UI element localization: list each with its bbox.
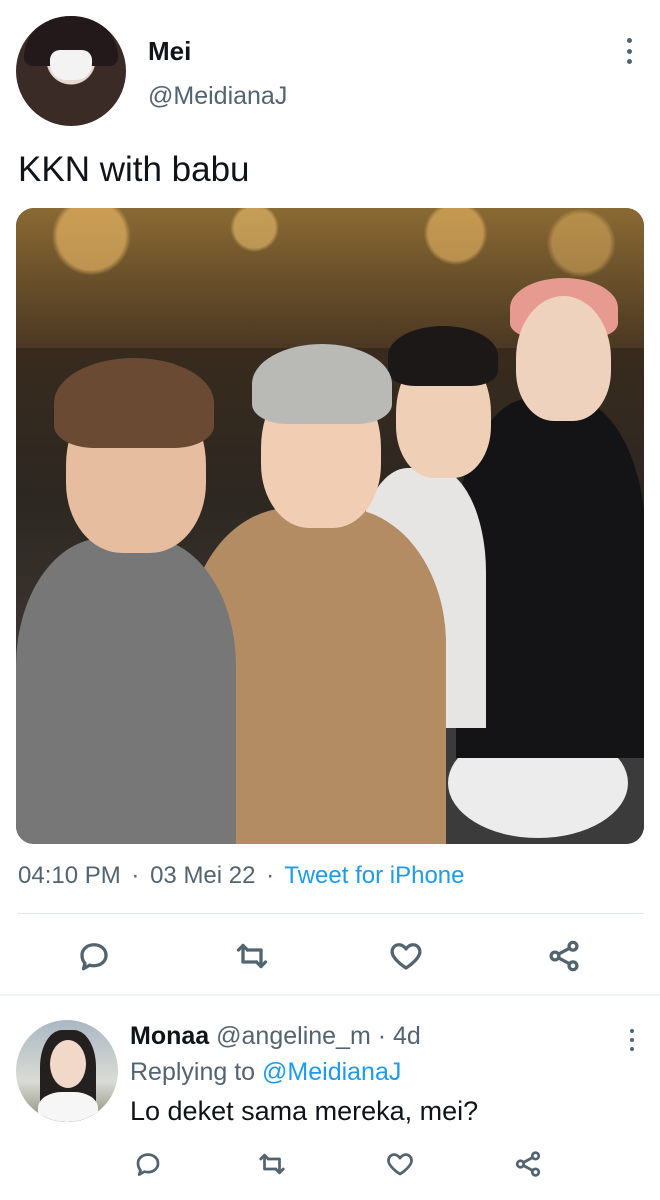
divider — [18, 913, 644, 914]
avatar-mask — [50, 50, 92, 80]
reply-reply-icon[interactable] — [130, 1146, 166, 1182]
reply-avatar[interactable] — [16, 1020, 118, 1122]
reply-share-icon[interactable] — [510, 1146, 546, 1182]
author-name[interactable]: Mei — [148, 36, 191, 67]
heart-icon[interactable] — [384, 934, 428, 978]
reply-retweet-icon[interactable] — [254, 1146, 290, 1182]
meta-separator: · — [131, 862, 140, 889]
reply-text: Lo deket sama mereka, mei? — [130, 1096, 479, 1126]
reply-header: Monaa @angeline_m · 4d — [130, 1022, 421, 1051]
tweet-source-link[interactable]: Tweet for iPhone — [284, 862, 464, 889]
author-handle[interactable]: @MeidianaJ — [148, 82, 287, 111]
more-options-icon[interactable] — [616, 34, 642, 68]
share-icon[interactable] — [542, 934, 586, 978]
tweet-date: 03 Mei 22 — [150, 862, 256, 889]
reply-more-options-icon[interactable] — [622, 1026, 642, 1054]
author-avatar[interactable] — [16, 16, 126, 126]
reply-heart-icon[interactable] — [382, 1146, 418, 1182]
reply-separator: · — [377, 1022, 387, 1050]
reply-time: 4d — [393, 1022, 421, 1050]
tweet-time: 04:10 PM — [18, 862, 121, 889]
tweet-photo[interactable] — [16, 208, 644, 844]
tweet-text: KKN with babu — [18, 150, 250, 189]
meta-separator: · — [266, 862, 275, 889]
tweet-meta: 04:10 PM · 03 Mei 22 · Tweet for iPhone — [18, 862, 465, 890]
reply-actions — [0, 1146, 660, 1182]
reply-author-handle[interactable]: @angeline_m — [216, 1022, 371, 1050]
reply-tweet[interactable]: Monaa @angeline_m · 4d Replying to @Meid… — [0, 996, 660, 1200]
reply-icon[interactable] — [72, 934, 116, 978]
reply-author-name[interactable]: Monaa — [130, 1022, 209, 1050]
replying-to: Replying to @MeidianaJ — [130, 1058, 401, 1087]
retweet-icon[interactable] — [230, 934, 274, 978]
replying-mention-link[interactable]: @MeidianaJ — [262, 1058, 401, 1086]
main-tweet: Mei @MeidianaJ KKN with babu 04:10 PM · … — [0, 0, 660, 993]
tweet-actions — [0, 934, 660, 978]
replying-prefix: Replying to — [130, 1058, 256, 1086]
